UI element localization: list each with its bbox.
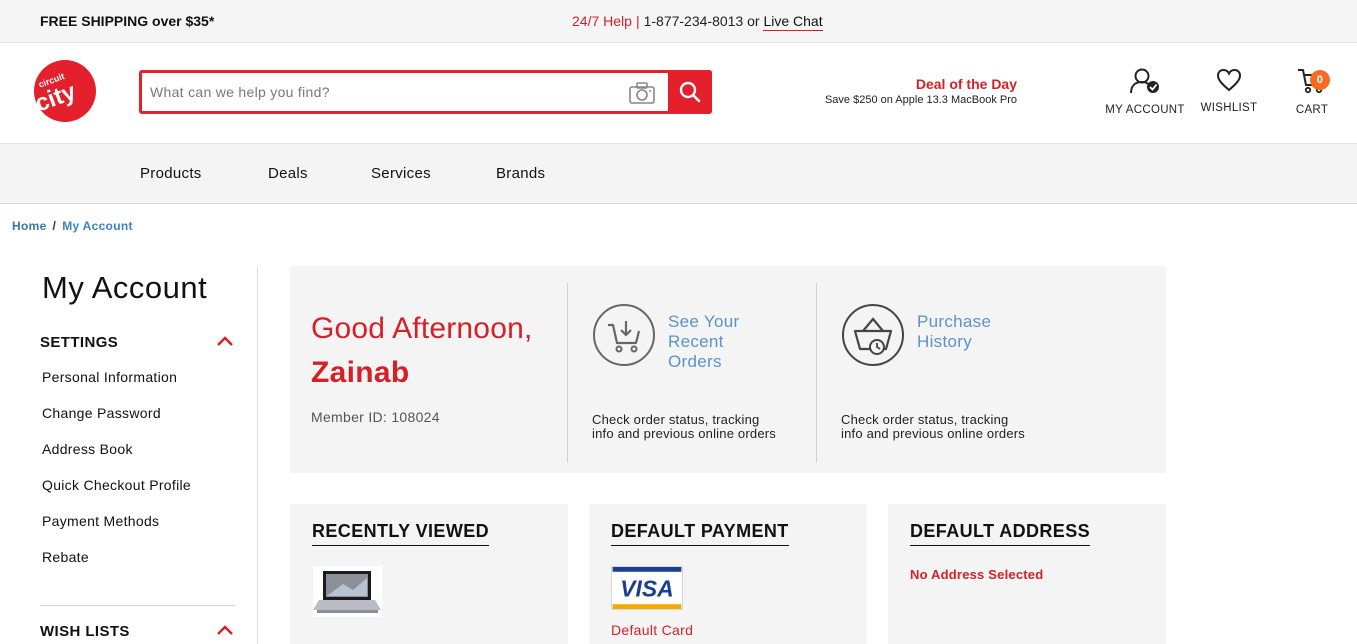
deal-title: Deal of the Day — [915, 76, 1017, 92]
description-line: Check order status, tracking — [592, 412, 760, 427]
purchase-history-description: Check order status, tracking info and pr… — [841, 413, 1051, 441]
account-label: MY ACCOUNT — [1105, 104, 1185, 116]
search-box — [139, 70, 712, 114]
deal-of-the-day[interactable]: Deal of the Day Save $250 on Apple 13.3 … — [825, 76, 1017, 106]
member-id: Member ID: 108024 — [311, 409, 440, 425]
camera-icon[interactable] — [628, 81, 656, 105]
account-summary-panel: Good Afternoon, Zainab Member ID: 108024… — [290, 266, 1166, 473]
description-line: Check order status, tracking — [841, 412, 1009, 427]
settings-section-toggle[interactable]: SETTINGS — [40, 334, 235, 351]
sidebar-item-change-password[interactable]: Change Password — [42, 405, 161, 421]
live-chat-link[interactable]: Live Chat — [763, 13, 823, 31]
search-button[interactable] — [668, 70, 712, 114]
circuit-city-logo[interactable]: circuit city — [33, 59, 97, 123]
cart-count-badge: 0 — [1310, 70, 1330, 90]
description-line: info and previous online orders — [592, 426, 776, 441]
no-address-message: No Address Selected — [910, 567, 1044, 582]
sidebar-divider — [40, 605, 235, 606]
wishlists-section-toggle[interactable]: WISH LISTS — [40, 623, 235, 640]
wishlists-heading: WISH LISTS — [40, 623, 130, 640]
visa-logo-text: VISA — [620, 576, 673, 602]
help-separator: | — [635, 13, 640, 29]
sidebar-item-personal-information[interactable]: Personal Information — [42, 369, 177, 385]
recent-orders-link[interactable]: See Your Recent Orders — [668, 312, 739, 372]
default-payment-heading: DEFAULT PAYMENT — [611, 521, 789, 546]
purchase-history-link[interactable]: Purchase History — [917, 312, 991, 352]
heart-icon — [1216, 68, 1242, 92]
wishlist-label: WISHLIST — [1200, 102, 1258, 114]
recent-orders-line: Orders — [668, 352, 722, 371]
content-divider — [257, 266, 258, 644]
cart-label: CART — [1295, 104, 1329, 116]
page-title: My Account — [42, 270, 208, 305]
greeting-text: Good Afternoon, — [311, 312, 533, 345]
search-input[interactable] — [150, 82, 620, 102]
recently-viewed-heading: RECENTLY VIEWED — [312, 521, 490, 546]
shopping-cart-icon[interactable] — [592, 303, 656, 367]
help-or: or — [747, 13, 760, 29]
breadcrumb-separator: / — [52, 219, 57, 233]
description-line: info and previous online orders — [841, 426, 1025, 441]
default-address-heading: DEFAULT ADDRESS — [910, 521, 1091, 546]
nav-products[interactable]: Products — [140, 165, 202, 182]
cart-button[interactable]: 0 CART — [1287, 67, 1337, 116]
breadcrumb: Home / My Account — [12, 219, 133, 233]
search-icon — [679, 81, 701, 103]
chevron-up-icon — [217, 625, 233, 635]
account-check-icon — [1130, 68, 1159, 94]
nav-brands[interactable]: Brands — [496, 165, 545, 182]
breadcrumb-home[interactable]: Home — [12, 219, 47, 233]
visa-card-icon: VISA — [611, 566, 683, 610]
my-account-button[interactable]: MY ACCOUNT — [1104, 67, 1186, 116]
site-header: circuit city Deal of the Day Save $250 o… — [0, 43, 1357, 143]
tile-divider — [567, 283, 568, 462]
default-payment-card: DEFAULT PAYMENT VISA Default Card — [589, 504, 867, 644]
help-label: 24/7 Help — [572, 13, 632, 29]
sidebar-item-quick-checkout-profile[interactable]: Quick Checkout Profile — [42, 477, 191, 493]
recent-orders-line: Recent — [668, 332, 724, 351]
nav-services[interactable]: Services — [371, 165, 431, 182]
laptop-thumbnail[interactable] — [313, 566, 382, 617]
tile-divider — [816, 283, 817, 462]
default-card-label[interactable]: Default Card — [611, 622, 693, 638]
user-name: Zainab — [311, 356, 410, 389]
default-address-card: DEFAULT ADDRESS No Address Selected — [888, 504, 1166, 644]
breadcrumb-current[interactable]: My Account — [62, 219, 133, 233]
help-phone[interactable]: 1-877-234-8013 — [644, 13, 744, 29]
nav-deals[interactable]: Deals — [268, 165, 308, 182]
sidebar-item-address-book[interactable]: Address Book — [42, 441, 133, 457]
chevron-up-icon — [217, 336, 233, 346]
recent-orders-line: See Your — [668, 312, 740, 331]
basket-clock-icon[interactable] — [841, 303, 905, 367]
sidebar-item-payment-methods[interactable]: Payment Methods — [42, 513, 159, 529]
free-shipping-banner: FREE SHIPPING over $35* — [40, 13, 215, 29]
top-bar: FREE SHIPPING over $35* 24/7 Help | 1-877-… — [0, 0, 1357, 43]
help-line: 24/7 Help | 1-877-234-8013 or Live Chat — [572, 13, 823, 31]
recent-orders-description: Check order status, tracking info and pr… — [592, 413, 802, 441]
recently-viewed-card: RECENTLY VIEWED — [290, 504, 568, 644]
purchase-history-line: History — [917, 332, 972, 351]
settings-heading: SETTINGS — [40, 334, 119, 351]
wishlist-button[interactable]: WISHLIST — [1198, 67, 1260, 114]
sidebar-item-rebate[interactable]: Rebate — [42, 549, 89, 565]
purchase-history-line: Purchase — [917, 312, 992, 331]
deal-text: Save $250 on Apple 13.3 MacBook Pro — [824, 94, 1017, 106]
main-nav: Products Deals Services Brands — [0, 143, 1357, 204]
